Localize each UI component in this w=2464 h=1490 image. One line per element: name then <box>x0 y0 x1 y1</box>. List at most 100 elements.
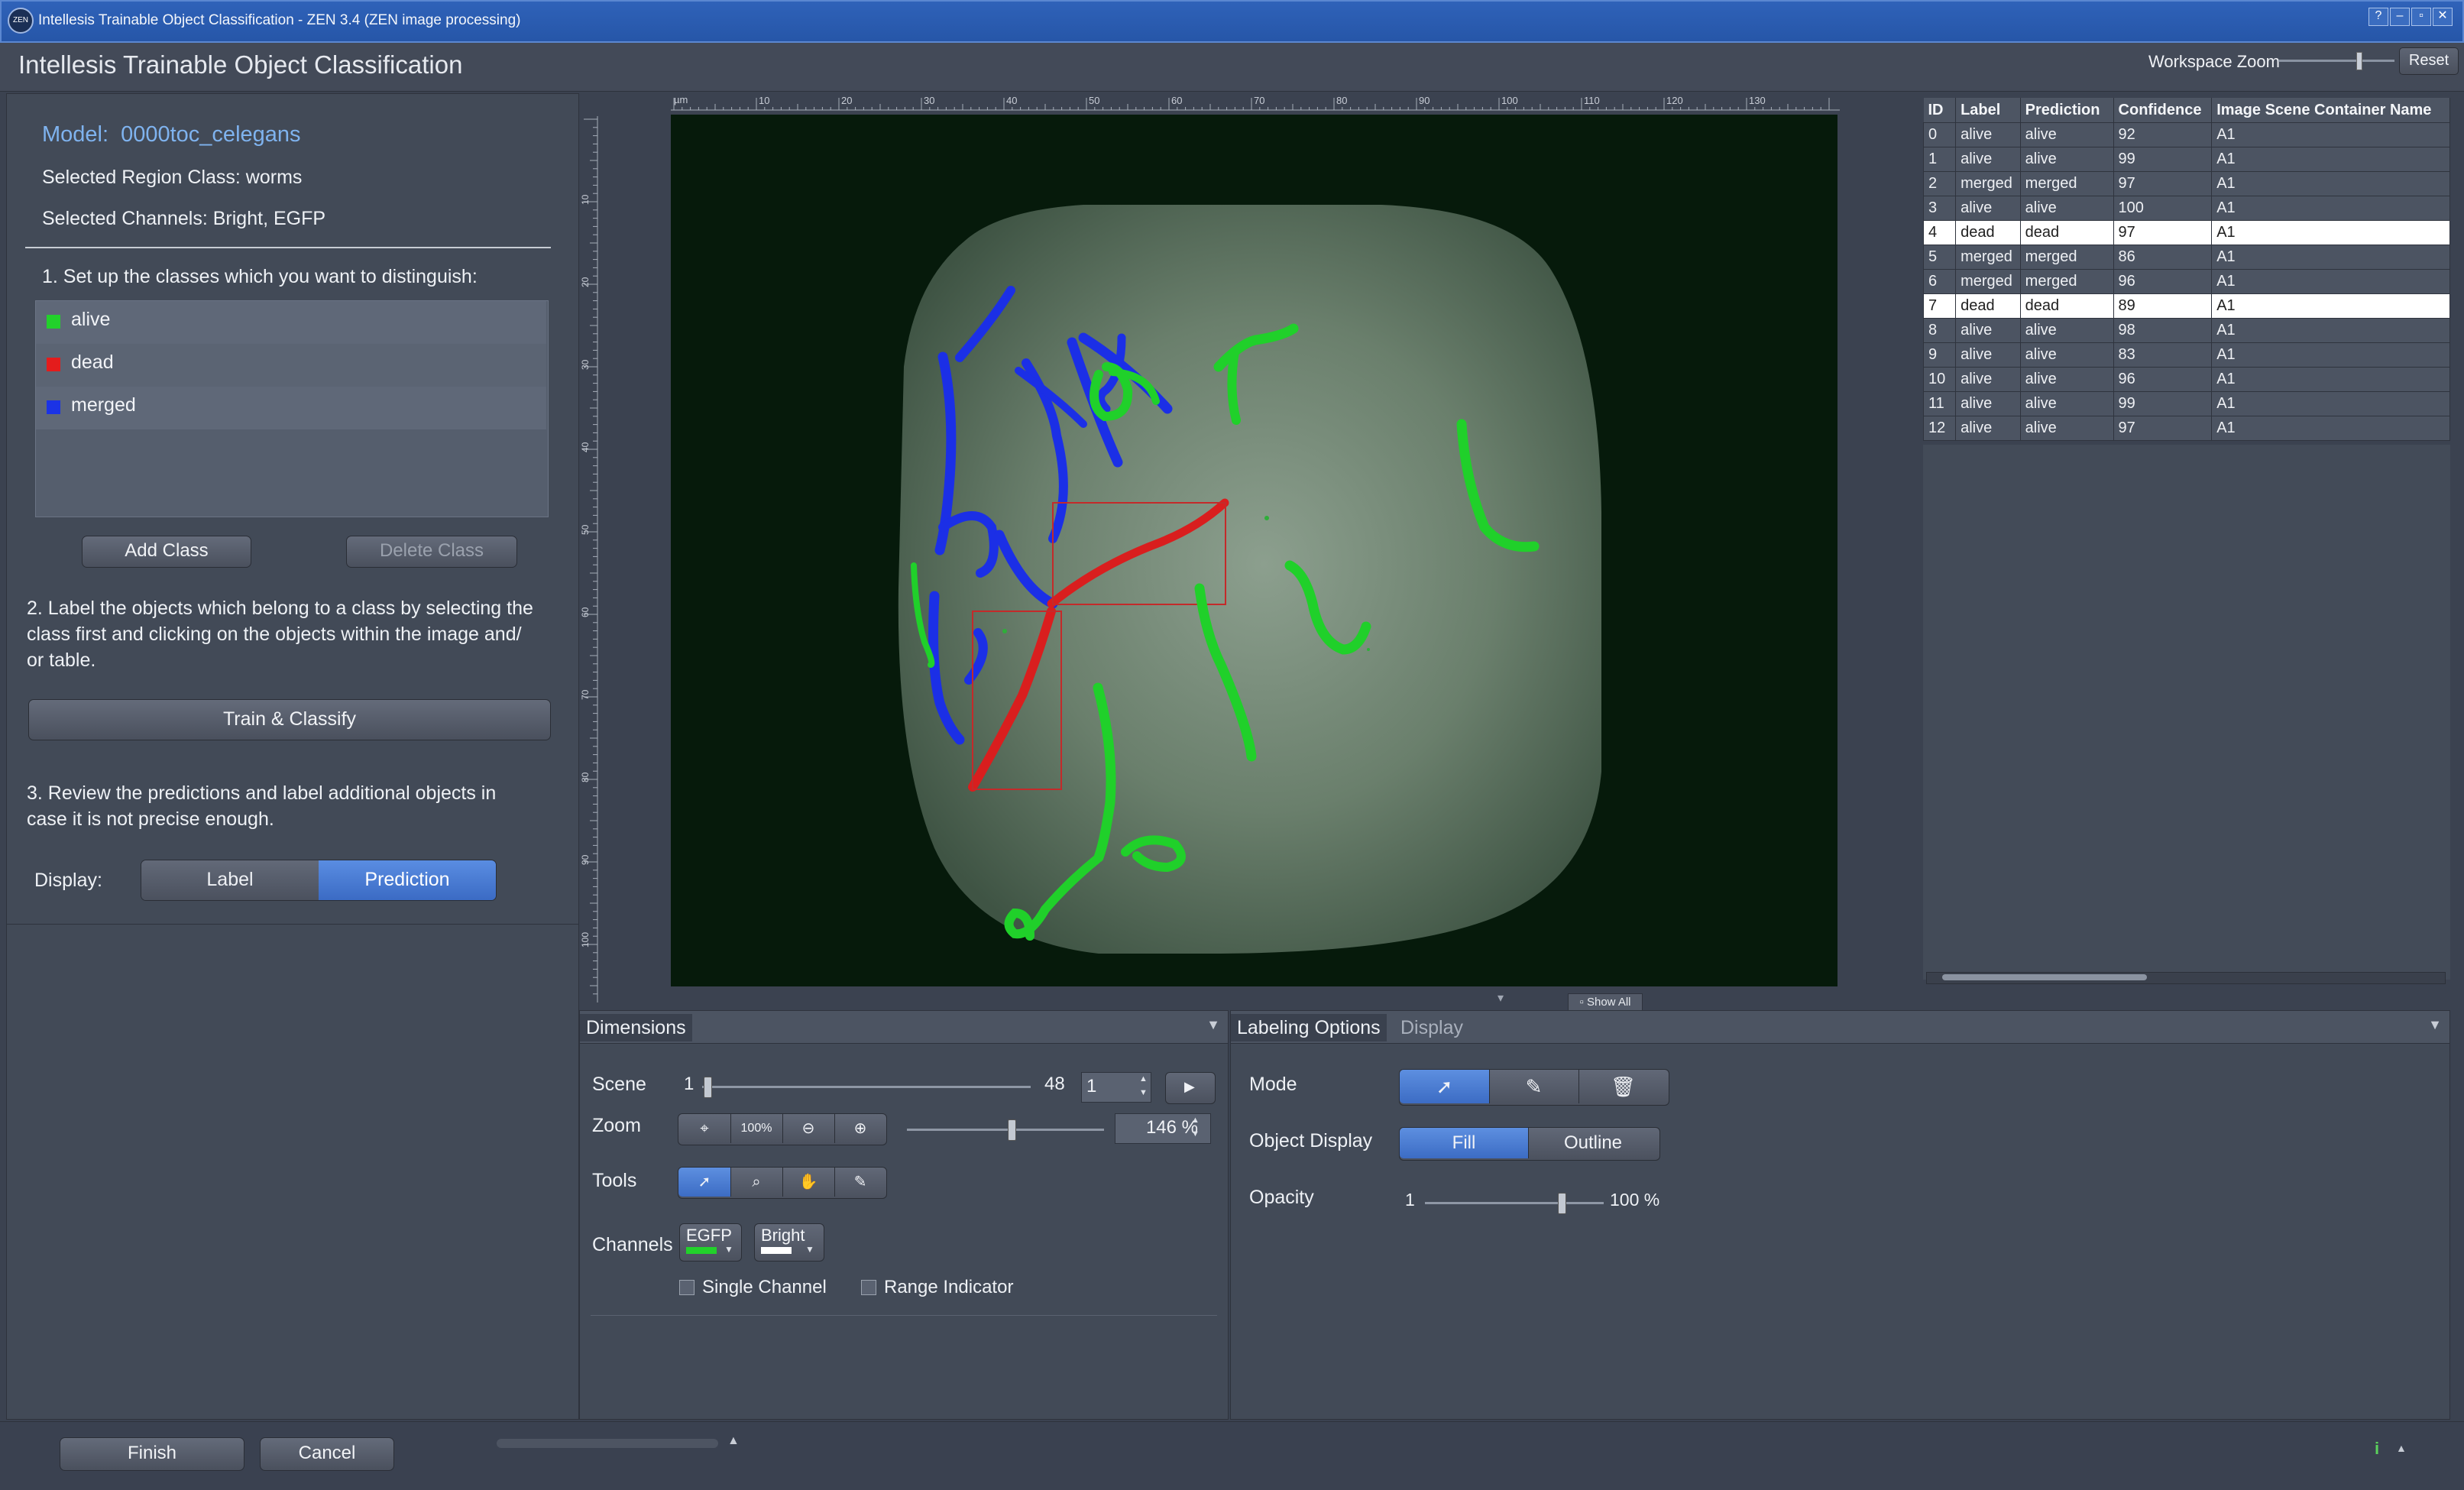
table-cell[interactable]: 5 <box>1922 245 1957 270</box>
chevron-up-icon[interactable]: ▲ <box>2396 1442 2407 1454</box>
table-cell[interactable]: alive <box>2019 147 2114 172</box>
table-cell[interactable]: 100 <box>2113 196 2213 221</box>
table-row[interactable]: 7 dead dead 89 A1 <box>1922 293 2450 319</box>
table-row[interactable]: 10 alive alive 96 A1 <box>1922 367 2450 392</box>
channel-egfp-button[interactable]: EGFP ▼ <box>679 1223 742 1262</box>
table-cell[interactable]: alive <box>2019 318 2114 343</box>
table-row[interactable]: 8 alive alive 98 A1 <box>1922 318 2450 343</box>
table-cell[interactable]: A1 <box>2211 196 2450 221</box>
table-cell[interactable]: dead <box>2019 220 2114 245</box>
single-channel-checkbox[interactable] <box>679 1280 695 1295</box>
table-cell[interactable]: alive <box>2019 196 2114 221</box>
table-cell[interactable]: 83 <box>2113 342 2213 368</box>
zoom-slider[interactable] <box>907 1129 1104 1131</box>
table-cell[interactable]: 10 <box>1922 367 1957 392</box>
eyedropper-icon[interactable]: ✎ <box>834 1168 886 1197</box>
table-cell[interactable]: 97 <box>2113 171 2213 196</box>
outline-button[interactable]: Outline <box>1528 1128 1658 1158</box>
zoom-in-icon[interactable]: ⊕ <box>834 1114 886 1143</box>
cancel-button[interactable]: Cancel <box>260 1437 394 1471</box>
channel-bright-button[interactable]: Bright ▼ <box>754 1223 824 1262</box>
table-cell[interactable]: dead <box>1955 220 2021 245</box>
scene-stepper-icon[interactable]: ▲ ▼ <box>1139 1072 1148 1100</box>
fill-button[interactable]: Fill <box>1400 1128 1529 1158</box>
chevron-down-icon[interactable]: ▼ <box>2428 1017 2442 1033</box>
table-cell[interactable]: A1 <box>2211 171 2450 196</box>
table-cell[interactable]: alive <box>2019 122 2114 147</box>
table-cell[interactable]: A1 <box>2211 269 2450 294</box>
display-label-option[interactable]: Label <box>141 860 319 900</box>
table-cell[interactable]: alive <box>1955 196 2021 221</box>
table-cell[interactable]: alive <box>2019 391 2114 416</box>
zoom-region-tool-icon[interactable]: ⌕ <box>730 1168 783 1197</box>
column-header[interactable]: Label <box>1955 98 2021 123</box>
worm-image-canvas[interactable] <box>671 115 1837 986</box>
range-indicator-checkbox[interactable] <box>861 1280 876 1295</box>
table-cell[interactable]: alive <box>2019 367 2114 392</box>
table-row[interactable]: 5 merged merged 86 A1 <box>1922 245 2450 270</box>
table-cell[interactable]: 99 <box>2113 147 2213 172</box>
zoom-slider-thumb[interactable] <box>1008 1119 1016 1141</box>
table-row[interactable]: 0 alive alive 92 A1 <box>1922 122 2450 147</box>
table-row[interactable]: 12 alive alive 97 A1 <box>1922 416 2450 441</box>
table-row[interactable]: 6 merged merged 96 A1 <box>1922 269 2450 294</box>
class-item-dead[interactable]: dead <box>36 344 546 387</box>
table-cell[interactable]: alive <box>1955 318 2021 343</box>
column-header[interactable]: Prediction <box>2020 98 2114 123</box>
table-cell[interactable]: 89 <box>2113 293 2213 319</box>
table-cell[interactable]: A1 <box>2211 220 2450 245</box>
table-cell[interactable]: alive <box>1955 416 2021 441</box>
play-button[interactable]: ▶ <box>1165 1072 1216 1104</box>
column-header[interactable]: Image Scene Container Name <box>2211 98 2450 123</box>
tab-display[interactable]: Display <box>1394 1014 1469 1041</box>
table-cell[interactable]: 99 <box>2113 391 2213 416</box>
table-cell[interactable]: 97 <box>2113 416 2213 441</box>
table-cell[interactable]: alive <box>2019 416 2114 441</box>
table-cell[interactable]: 8 <box>1922 318 1957 343</box>
pan-hand-icon[interactable]: ✋ <box>782 1168 835 1197</box>
delete-class-button[interactable]: Delete Class <box>346 536 517 568</box>
table-cell[interactable]: alive <box>1955 122 2021 147</box>
scene-slider[interactable] <box>702 1086 1031 1088</box>
table-cell[interactable]: A1 <box>2211 342 2450 368</box>
table-cell[interactable]: merged <box>1955 245 2021 270</box>
pointer-tool-icon[interactable]: ➚ <box>678 1168 731 1197</box>
column-header[interactable]: ID <box>1923 98 1957 123</box>
class-item-merged[interactable]: merged <box>36 387 546 429</box>
zoom-100-button[interactable]: 100% <box>730 1114 783 1143</box>
microscopy-image[interactable] <box>671 115 1837 986</box>
minimize-button[interactable]: – <box>2390 8 2410 26</box>
table-cell[interactable]: alive <box>1955 367 2021 392</box>
table-cell[interactable]: 0 <box>1922 122 1957 147</box>
table-cell[interactable]: merged <box>2019 245 2114 270</box>
trash-icon[interactable]: 🗑 <box>1578 1070 1668 1103</box>
table-cell[interactable]: A1 <box>2211 391 2450 416</box>
table-cell[interactable]: merged <box>1955 171 2021 196</box>
table-cell[interactable]: A1 <box>2211 367 2450 392</box>
chevron-down-icon[interactable]: ▼ <box>805 1244 814 1255</box>
scene-slider-thumb[interactable] <box>704 1077 712 1098</box>
table-cell[interactable]: 6 <box>1922 269 1957 294</box>
maximize-button[interactable]: ▫ <box>2411 8 2431 26</box>
table-cell[interactable]: A1 <box>2211 245 2450 270</box>
table-cell[interactable]: A1 <box>2211 147 2450 172</box>
table-row[interactable]: 9 alive alive 83 A1 <box>1922 342 2450 368</box>
table-cell[interactable]: 1 <box>1922 147 1957 172</box>
table-cell[interactable]: dead <box>2019 293 2114 319</box>
table-cell[interactable]: merged <box>2019 269 2114 294</box>
table-cell[interactable]: 3 <box>1922 196 1957 221</box>
table-cell[interactable]: A1 <box>2211 416 2450 441</box>
table-cell[interactable]: merged <box>1955 269 2021 294</box>
table-cell[interactable]: merged <box>2019 171 2114 196</box>
pen-mode-icon[interactable]: ✎ <box>1489 1070 1579 1103</box>
table-cell[interactable]: 2 <box>1922 171 1957 196</box>
table-cell[interactable]: 9 <box>1922 342 1957 368</box>
workspace-zoom-thumb[interactable] <box>2356 52 2363 70</box>
table-cell[interactable]: alive <box>1955 391 2021 416</box>
class-item-alive[interactable]: alive <box>36 301 546 344</box>
chevron-down-icon[interactable]: ▼ <box>724 1244 733 1255</box>
table-cell[interactable]: 12 <box>1922 416 1957 441</box>
tab-dimensions[interactable]: Dimensions <box>580 1014 692 1041</box>
chevron-down-icon[interactable]: ▼ <box>1206 1017 1220 1033</box>
table-cell[interactable]: alive <box>1955 147 2021 172</box>
